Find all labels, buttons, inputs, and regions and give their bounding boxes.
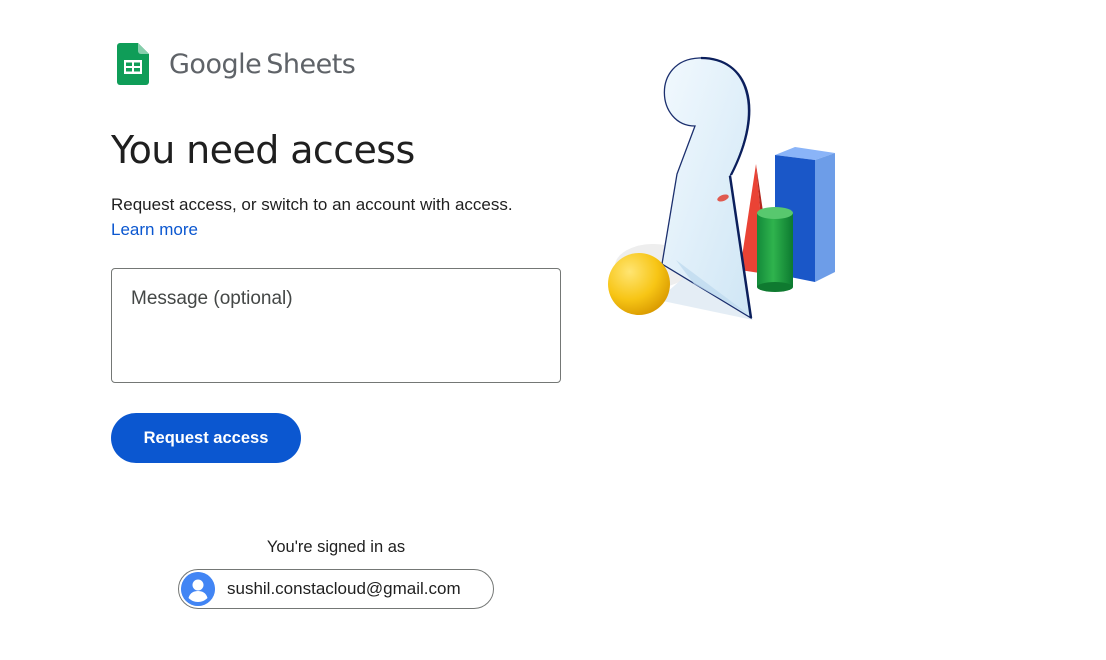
account-chip[interactable]: sushil.constacloud@gmail.com xyxy=(178,569,494,609)
green-cylinder-shape xyxy=(757,207,793,292)
keyhole-illustration xyxy=(608,56,835,320)
learn-more-link[interactable]: Learn more xyxy=(111,220,198,240)
google-sheets-icon xyxy=(117,43,149,85)
logo-wordmark: Google Sheets xyxy=(169,48,356,80)
logo-product: Sheets xyxy=(266,48,356,80)
account-avatar-icon xyxy=(181,572,215,606)
access-request-page: Google Sheets You need access Request acc… xyxy=(0,0,1106,660)
page-subtitle: Request access, or switch to an account … xyxy=(111,195,513,214)
logo-brand: Google xyxy=(169,48,262,80)
google-sheets-logo: Google Sheets xyxy=(117,43,356,85)
message-field[interactable] xyxy=(111,268,561,383)
signed-in-label: You're signed in as xyxy=(266,538,406,556)
request-access-button[interactable]: Request access xyxy=(111,413,301,463)
page-title: You need access xyxy=(111,128,415,172)
yellow-ball-shape xyxy=(608,253,670,315)
account-email: sushil.constacloud@gmail.com xyxy=(227,579,461,598)
